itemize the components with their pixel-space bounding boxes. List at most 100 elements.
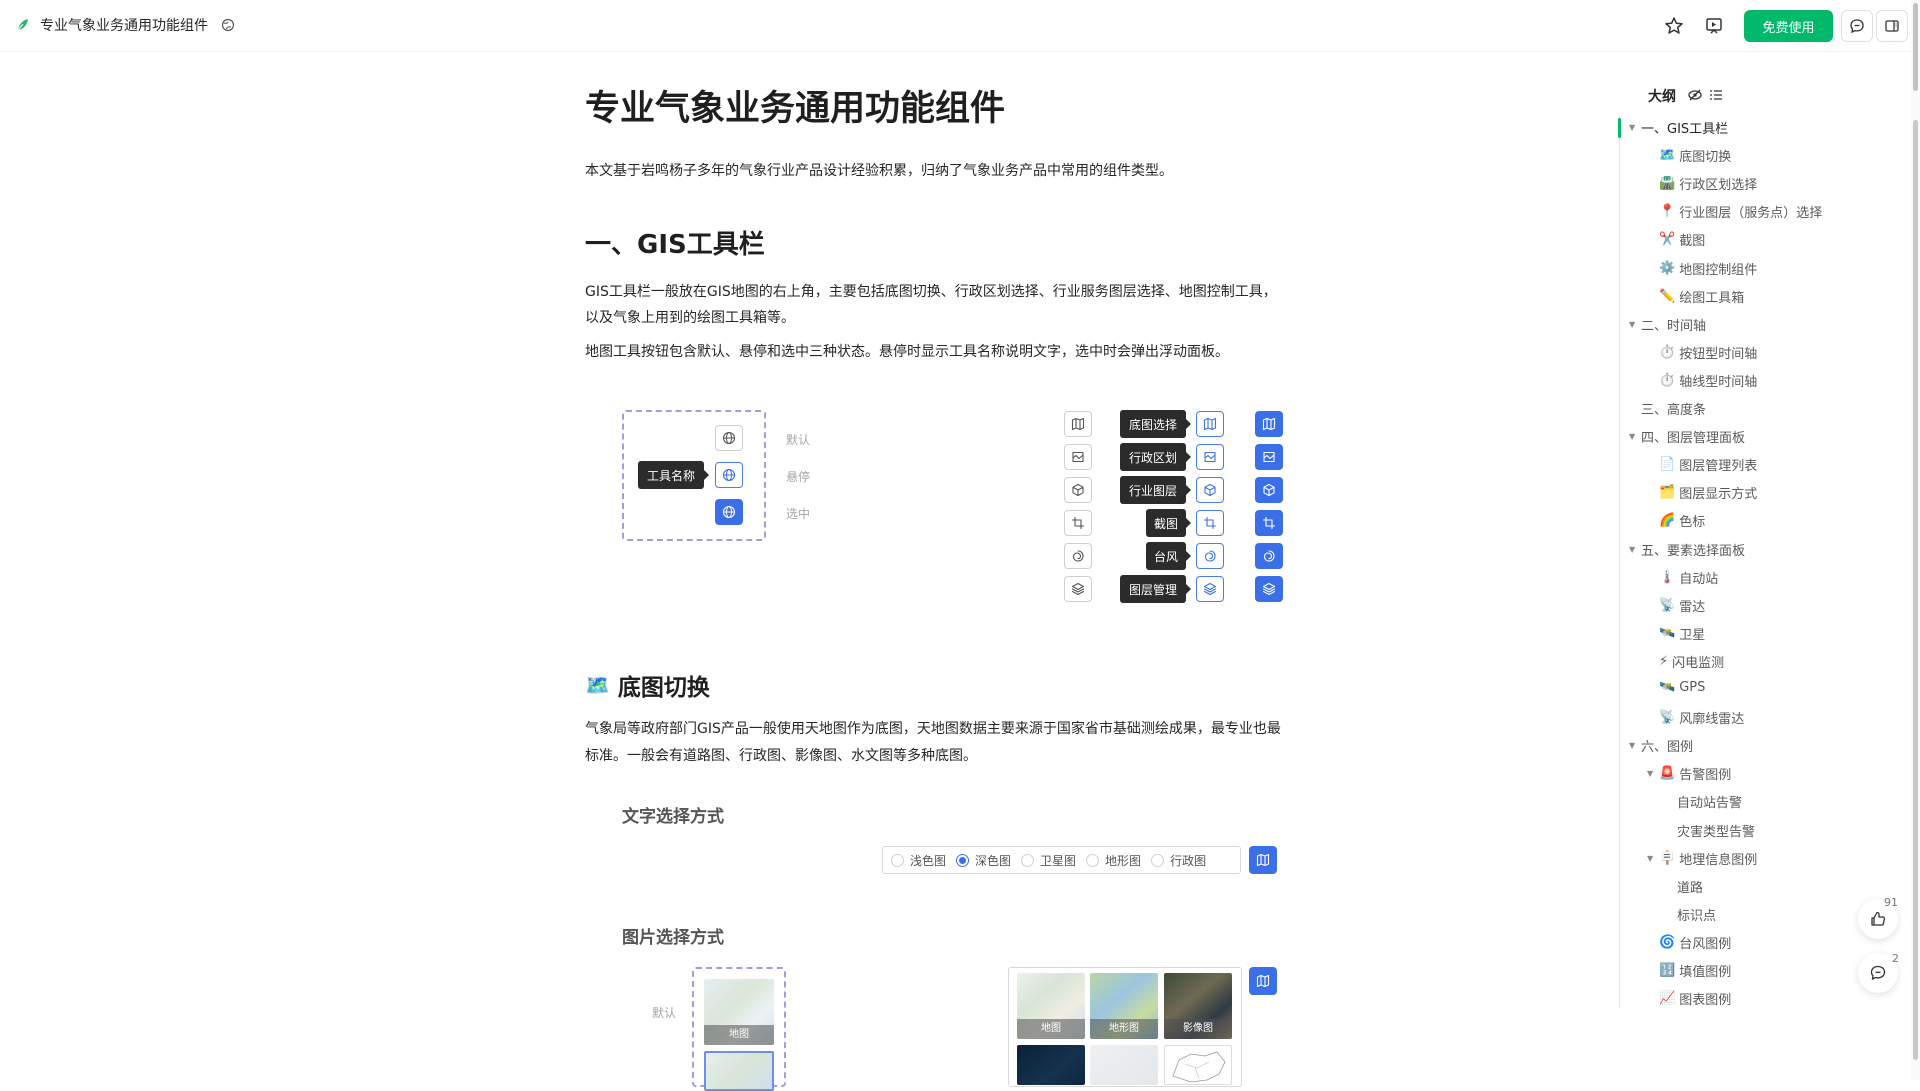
map-icon — [1256, 974, 1270, 988]
outline-item[interactable]: 🗂️ 图层显示方式 — [1647, 483, 1757, 502]
app-logo-icon[interactable] — [16, 18, 30, 32]
tool-button-selected-layers[interactable] — [1255, 576, 1283, 602]
doc-title[interactable]: 专业气象业务通用功能组件 — [40, 15, 208, 35]
radio-satellite[interactable]: 卫星图 — [1021, 852, 1076, 869]
default-map-tile[interactable]: 地图 — [704, 979, 774, 1045]
outline-title-text: 大纲 — [1648, 89, 1676, 105]
outline-item[interactable]: ▼ 一、GIS工具栏 — [1629, 118, 1728, 137]
outline-item[interactable]: 📄 图层管理列表 — [1647, 455, 1757, 474]
tool-button-hover-layers[interactable] — [1196, 576, 1224, 602]
caret-down-icon[interactable]: ▼ — [1629, 320, 1641, 329]
radio-terrain[interactable]: 地形图 — [1086, 852, 1141, 869]
tool-button-selected-typhoon[interactable] — [1255, 543, 1283, 569]
free-use-button[interactable]: 免费使用 — [1744, 10, 1833, 42]
outline-item[interactable]: ▼ 六、图例 — [1629, 736, 1693, 755]
tile-dark[interactable] — [1017, 1045, 1085, 1085]
outline-item[interactable]: 道路 — [1677, 877, 1703, 896]
default-map-tile-2[interactable] — [704, 1051, 774, 1091]
outline-item[interactable]: 🗺️ 底图切换 — [1647, 146, 1731, 165]
caret-down-icon[interactable]: ▼ — [1629, 432, 1641, 441]
radio-dark[interactable]: 深色图 — [956, 852, 1011, 869]
outline-item[interactable]: 📈 图表图例 — [1647, 989, 1731, 1008]
outline-item-label: 色标 — [1679, 515, 1706, 531]
outline-item[interactable]: ⏱️ 轴线型时间轴 — [1647, 371, 1757, 390]
tile-satellite[interactable]: 影像图 — [1164, 973, 1232, 1039]
tool-button-default-layers[interactable] — [1064, 576, 1092, 602]
outline-item[interactable]: 灾害类型告警 — [1677, 821, 1755, 840]
tool-button-selected-map[interactable] — [1255, 411, 1283, 437]
outline-hide-icon[interactable] — [1687, 87, 1703, 103]
tool-button-selected-cube[interactable] — [1255, 477, 1283, 503]
outline-item[interactable]: 📡 雷达 — [1647, 596, 1705, 615]
tool-button-default-cube[interactable] — [1064, 477, 1092, 503]
outline-item[interactable]: 🛰️ GPS — [1647, 680, 1705, 695]
outline-item[interactable]: ▼ 🪧 地理信息图例 — [1647, 849, 1757, 868]
outline-item[interactable]: 📡 风廓线雷达 — [1647, 708, 1744, 727]
caret-down-icon[interactable]: ▼ — [1629, 123, 1641, 132]
outline-item[interactable]: ⚡ 闪电监测 — [1647, 652, 1724, 671]
caret-down-icon[interactable]: ▼ — [1647, 769, 1659, 778]
outline-item[interactable]: ▼ 🚨 告警图例 — [1647, 764, 1731, 783]
outline-item[interactable]: ⏱️ 按钮型时间轴 — [1647, 343, 1757, 362]
tool-button-selected-admin-region[interactable] — [1255, 444, 1283, 470]
outline-item[interactable]: ▼ 四、图层管理面板 — [1629, 427, 1745, 446]
outline-item-label: 六、图例 — [1641, 740, 1694, 756]
tool-button-default-map[interactable] — [1064, 411, 1092, 437]
tool-button-hover[interactable] — [715, 462, 743, 488]
caret-down-icon[interactable]: ▼ — [1629, 741, 1641, 750]
typhoon-icon — [1204, 550, 1216, 562]
radio-light[interactable]: 浅色图 — [891, 852, 946, 869]
caret-down-icon[interactable]: ▼ — [1629, 545, 1641, 554]
outline-title: 大纲 — [1648, 86, 1676, 106]
tool-button-hover-admin-region[interactable] — [1196, 444, 1224, 470]
outline-item[interactable]: 📍 行业图层（服务点）选择 — [1647, 202, 1822, 221]
outline-item[interactable]: 自动站告警 — [1677, 792, 1742, 811]
cube-icon — [1204, 483, 1216, 497]
tool-button-default[interactable] — [715, 425, 743, 451]
outline-item[interactable]: ▼ 五、要素选择面板 — [1629, 540, 1745, 559]
tool-button-default-admin-region[interactable] — [1064, 444, 1092, 470]
tile-terrain[interactable]: 地形图 — [1090, 973, 1158, 1039]
public-globe-icon[interactable] — [221, 18, 235, 32]
outline-item[interactable]: 🔢 填值图例 — [1647, 961, 1731, 980]
tool-button-selected-crop[interactable] — [1255, 510, 1283, 536]
outline-item[interactable]: 🛰️ 卫星 — [1647, 624, 1705, 643]
comment-panel-button[interactable] — [1841, 10, 1873, 42]
present-icon[interactable] — [1702, 14, 1726, 38]
outline-item[interactable]: 🌈 色标 — [1647, 511, 1705, 530]
tile-admin[interactable] — [1164, 1045, 1232, 1085]
tool-button-default-typhoon[interactable] — [1064, 543, 1092, 569]
tool-button-hover-cube[interactable] — [1196, 477, 1224, 503]
crop-icon — [1262, 516, 1276, 530]
tool-button-hover-typhoon[interactable] — [1196, 543, 1224, 569]
basemap-image-button-selected[interactable] — [1249, 967, 1277, 995]
tool-button-hover-map[interactable] — [1196, 411, 1224, 437]
scrollbar-thumb-top[interactable] — [1913, 3, 1918, 91]
tool-button-hover-crop[interactable] — [1196, 510, 1224, 536]
outline-item[interactable]: 标识点 — [1677, 905, 1716, 924]
outline-item[interactable]: ✏️ 绘图工具箱 — [1647, 287, 1744, 306]
outline-item-label: 绘图工具箱 — [1679, 290, 1745, 306]
outline-item[interactable]: 🌡️ 自动站 — [1647, 568, 1718, 587]
caret-down-icon[interactable]: ▼ — [1647, 854, 1659, 863]
outline-item[interactable]: 三、高度条 — [1629, 399, 1706, 418]
outline-item[interactable]: 🌀 台风图例 — [1647, 933, 1731, 952]
tile-light[interactable] — [1090, 1045, 1158, 1085]
outline-item-label: 一、GIS工具栏 — [1641, 122, 1729, 137]
tool-button-default-crop[interactable] — [1064, 510, 1092, 536]
tile-map[interactable]: 地图 — [1017, 973, 1085, 1039]
outline-item[interactable]: ▼ 二、时间轴 — [1629, 315, 1706, 334]
outline-item[interactable]: ✂️ 截图 — [1647, 230, 1705, 249]
basemap-button-selected[interactable] — [1249, 846, 1277, 874]
star-icon[interactable] — [1662, 14, 1686, 38]
typhoon-icon — [1263, 550, 1275, 562]
radio-admin[interactable]: 行政图 — [1151, 852, 1206, 869]
outline-item-label: 轴线型时间轴 — [1679, 374, 1758, 390]
outline-item[interactable]: 🛣️ 行政区划选择 — [1647, 174, 1757, 193]
sidebar-toggle-button[interactable] — [1876, 10, 1908, 42]
tool-button-selected[interactable] — [715, 499, 743, 525]
scrollbar-thumb[interactable] — [1913, 120, 1918, 1060]
outline-list-icon[interactable] — [1708, 87, 1724, 103]
outline-item-label: 四、图层管理面板 — [1641, 431, 1746, 447]
outline-item[interactable]: ⚙️ 地图控制组件 — [1647, 259, 1757, 278]
